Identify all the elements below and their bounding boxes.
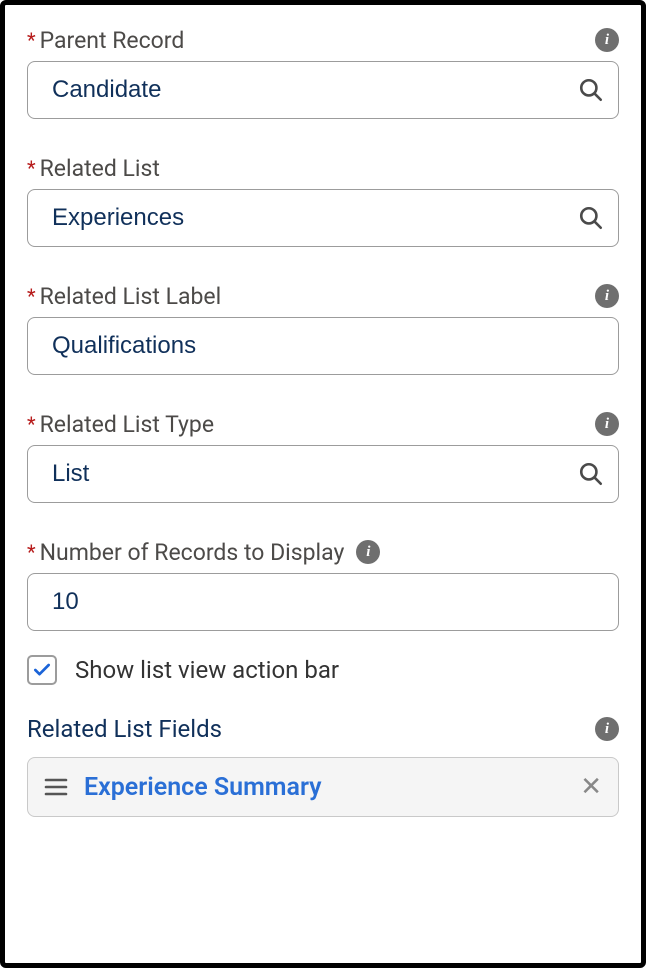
field-label: * Parent Record (27, 27, 184, 54)
label-row: * Related List Label i (27, 281, 619, 311)
section-title: Related List Fields (27, 715, 222, 743)
parent-record-lookup[interactable] (27, 61, 619, 119)
drag-handle-icon[interactable] (44, 777, 68, 797)
field-related-list: * Related List (27, 153, 619, 247)
required-indicator: * (27, 30, 36, 50)
label-text: Related List (40, 155, 160, 182)
field-label: * Related List Label (27, 283, 221, 310)
field-label: * Number of Records to Display i (27, 539, 380, 566)
field-item[interactable]: Experience Summary ✕ (27, 757, 619, 817)
field-label: * Related List Type (27, 411, 214, 438)
parent-record-input[interactable] (50, 75, 578, 105)
label-text: Related List Label (40, 283, 222, 310)
required-indicator: * (27, 414, 36, 434)
label-row: * Number of Records to Display i (27, 537, 619, 567)
search-icon[interactable] (578, 205, 604, 231)
required-indicator: * (27, 542, 36, 562)
related-list-label-input[interactable] (50, 331, 596, 361)
info-icon[interactable]: i (356, 540, 380, 564)
label-row: * Related List (27, 153, 619, 183)
properties-panel: * Parent Record i * Related List (0, 0, 646, 968)
label-text: Parent Record (40, 27, 185, 54)
check-icon (32, 660, 52, 680)
close-icon[interactable]: ✕ (580, 774, 602, 800)
label-row: * Parent Record i (27, 25, 619, 55)
show-action-bar-row: Show list view action bar (27, 655, 619, 685)
info-icon[interactable]: i (595, 412, 619, 436)
field-parent-record: * Parent Record i (27, 25, 619, 119)
related-list-label-textbox[interactable] (27, 317, 619, 375)
related-list-lookup[interactable] (27, 189, 619, 247)
field-item-label: Experience Summary (84, 773, 564, 802)
info-icon[interactable]: i (595, 28, 619, 52)
show-action-bar-label: Show list view action bar (75, 656, 339, 684)
search-icon[interactable] (578, 77, 604, 103)
num-records-textbox[interactable] (27, 573, 619, 631)
related-list-type-lookup[interactable] (27, 445, 619, 503)
field-label: * Related List (27, 155, 160, 182)
related-list-fields-header: Related List Fields i (27, 715, 619, 743)
field-related-list-label: * Related List Label i (27, 281, 619, 375)
related-list-type-input[interactable] (50, 459, 578, 489)
field-num-records: * Number of Records to Display i (27, 537, 619, 631)
search-icon[interactable] (578, 461, 604, 487)
label-text: Number of Records to Display (40, 539, 345, 566)
info-icon[interactable]: i (595, 284, 619, 308)
related-list-input[interactable] (50, 203, 578, 233)
info-icon[interactable]: i (595, 717, 619, 741)
show-action-bar-checkbox[interactable] (27, 655, 57, 685)
field-related-list-type: * Related List Type i (27, 409, 619, 503)
required-indicator: * (27, 286, 36, 306)
num-records-input[interactable] (50, 587, 596, 617)
label-row: * Related List Type i (27, 409, 619, 439)
required-indicator: * (27, 158, 36, 178)
label-text: Related List Type (40, 411, 214, 438)
